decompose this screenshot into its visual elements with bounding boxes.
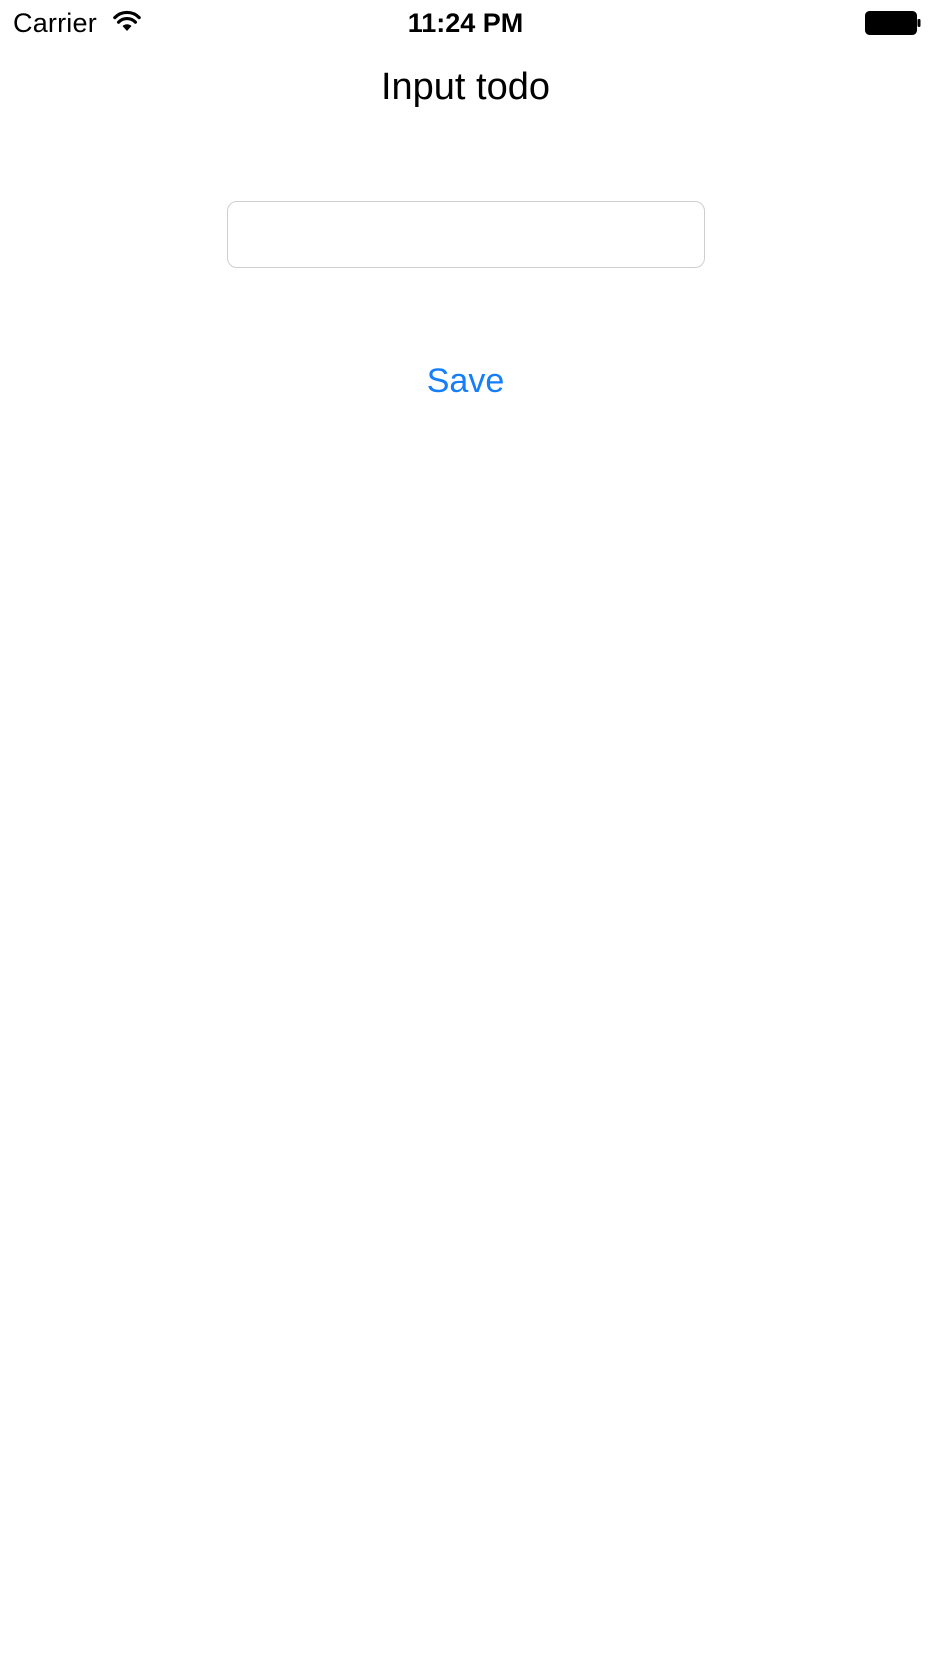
battery-icon [865,11,921,35]
status-bar: Carrier 11:24 PM [0,0,931,46]
save-button[interactable]: Save [390,356,541,406]
todo-input[interactable] [227,201,705,268]
status-time: 11:24 PM [407,8,524,38]
page-title: Input todo [380,66,551,108]
